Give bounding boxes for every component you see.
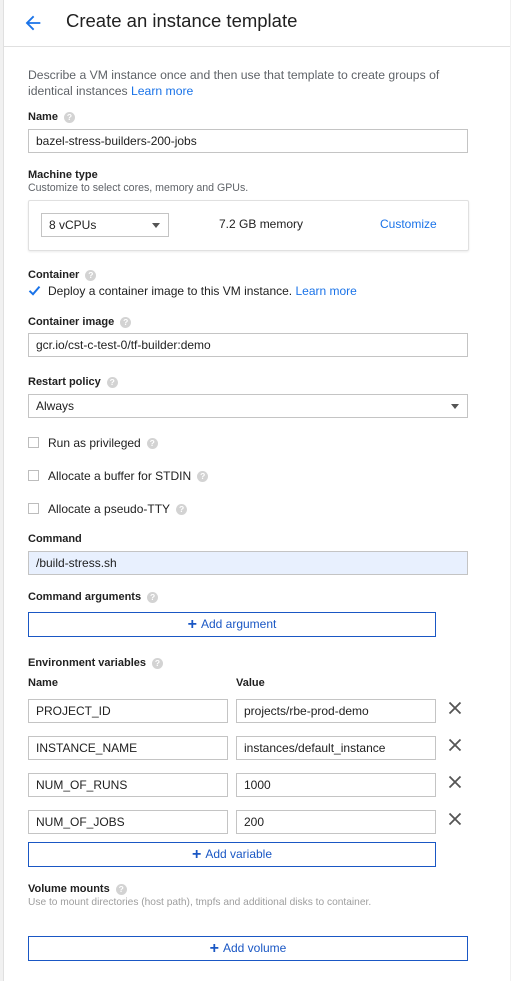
chevron-down-icon: [152, 223, 160, 228]
command-args-label-row: Command arguments?: [28, 591, 159, 603]
help-icon[interactable]: ?: [120, 316, 132, 328]
name-input[interactable]: bazel-stress-builders-200-jobs: [28, 129, 468, 153]
restart-policy-select[interactable]: Always: [28, 394, 468, 418]
env-name-input[interactable]: NUM_OF_JOBS: [28, 810, 228, 834]
close-icon[interactable]: [447, 737, 463, 753]
privileged-checkbox[interactable]: [28, 437, 39, 448]
restart-policy-label: Restart policy: [28, 376, 101, 388]
container-learn-more-link[interactable]: Learn more: [295, 284, 356, 298]
cpu-select[interactable]: 8 vCPUs: [41, 213, 169, 237]
volumes-label-row: Volume mounts?: [28, 883, 127, 895]
container-image-label-row: Container image?: [28, 316, 132, 328]
help-icon[interactable]: ?: [63, 111, 75, 123]
machine-type-card: 8 vCPUs 7.2 GB memory Customize: [28, 200, 469, 251]
plus-icon: +: [191, 846, 202, 863]
restart-policy-value: Always: [36, 399, 75, 413]
command-args-label: Command arguments: [28, 591, 142, 603]
stdin-checkbox[interactable]: [28, 470, 39, 481]
add-volume-button[interactable]: + Add volume: [28, 936, 468, 961]
env-name-input[interactable]: INSTANCE_NAME: [28, 736, 228, 760]
cpu-select-value: 8 vCPUs: [49, 218, 97, 232]
help-icon[interactable]: ?: [197, 471, 209, 483]
add-argument-label: Add argument: [200, 617, 277, 631]
help-icon[interactable]: ?: [85, 269, 97, 281]
container-label: Container: [28, 269, 80, 281]
help-icon[interactable]: ?: [146, 438, 158, 450]
help-icon[interactable]: ?: [115, 883, 127, 895]
env-value-input[interactable]: 1000: [236, 773, 436, 797]
header-bar: Create an instance template: [4, 0, 510, 47]
volumes-label: Volume mounts: [28, 883, 110, 895]
env-name-input[interactable]: NUM_OF_RUNS: [28, 773, 228, 797]
plus-icon: +: [209, 940, 219, 957]
env-value-input[interactable]: projects/rbe-prod-demo: [236, 699, 436, 723]
name-label-row: Name?: [28, 111, 75, 123]
command-input[interactable]: /build-stress.sh: [28, 551, 468, 575]
back-arrow-icon[interactable]: [22, 12, 44, 34]
help-icon[interactable]: ?: [176, 504, 188, 516]
env-value-input[interactable]: 200: [236, 810, 436, 834]
name-label: Name: [28, 111, 58, 123]
add-volume-label: Add volume: [222, 941, 287, 955]
container-image-label: Container image: [28, 316, 115, 328]
deploy-container-row: Deploy a container image to this VM inst…: [48, 284, 357, 298]
container-label-row: Container?: [28, 269, 97, 281]
customize-link[interactable]: Customize: [380, 217, 437, 231]
deploy-container-label: Deploy a container image to this VM inst…: [48, 284, 293, 298]
page-title: Create an instance template: [66, 10, 298, 31]
tty-label: Allocate a pseudo-TTY: [48, 502, 171, 516]
close-icon[interactable]: [447, 811, 463, 827]
plus-icon: +: [187, 616, 197, 633]
machine-type-subtitle: Customize to select cores, memory and GP…: [28, 182, 249, 194]
stdin-label: Allocate a buffer for STDIN: [48, 469, 192, 483]
env-name-input[interactable]: PROJECT_ID: [28, 699, 228, 723]
help-icon[interactable]: ?: [147, 591, 159, 603]
privileged-label-row: Run as privileged?: [48, 436, 158, 450]
privileged-label: Run as privileged: [48, 436, 141, 450]
chevron-down-icon: [451, 404, 459, 409]
tty-checkbox[interactable]: [28, 503, 39, 514]
close-icon[interactable]: [447, 700, 463, 716]
help-icon[interactable]: ?: [152, 657, 163, 669]
add-argument-button[interactable]: + Add argument: [28, 612, 436, 637]
env-label-row: Environment variables?: [28, 657, 163, 669]
checkmark-icon[interactable]: [28, 284, 41, 297]
env-value-input[interactable]: instances/default_instance: [236, 736, 436, 760]
container-image-input[interactable]: gcr.io/cst-c-test-0/tf-builder:demo: [28, 333, 468, 357]
stdin-label-row: Allocate a buffer for STDIN?: [48, 469, 209, 483]
machine-type-label: Machine type: [28, 169, 98, 181]
volumes-subtitle: Use to mount directories (host path), tm…: [28, 897, 372, 908]
description: Describe a VM instance once and then use…: [28, 67, 468, 99]
env-name-header: Name: [28, 677, 58, 689]
command-label: Command: [28, 533, 82, 545]
add-variable-button[interactable]: + Add variable: [28, 842, 436, 867]
restart-policy-label-row: Restart policy?: [28, 376, 118, 388]
help-icon[interactable]: ?: [106, 376, 118, 388]
env-label: Environment variables: [28, 657, 146, 669]
env-value-header: Value: [236, 677, 265, 689]
description-text: Describe a VM instance once and then use…: [28, 68, 440, 98]
page: Create an instance template Describe a V…: [3, 0, 510, 981]
tty-label-row: Allocate a pseudo-TTY?: [48, 502, 188, 516]
close-icon[interactable]: [447, 774, 463, 790]
memory-text: 7.2 GB memory: [219, 217, 304, 231]
learn-more-link[interactable]: Learn more: [131, 84, 193, 98]
add-variable-label: Add variable: [205, 847, 273, 861]
